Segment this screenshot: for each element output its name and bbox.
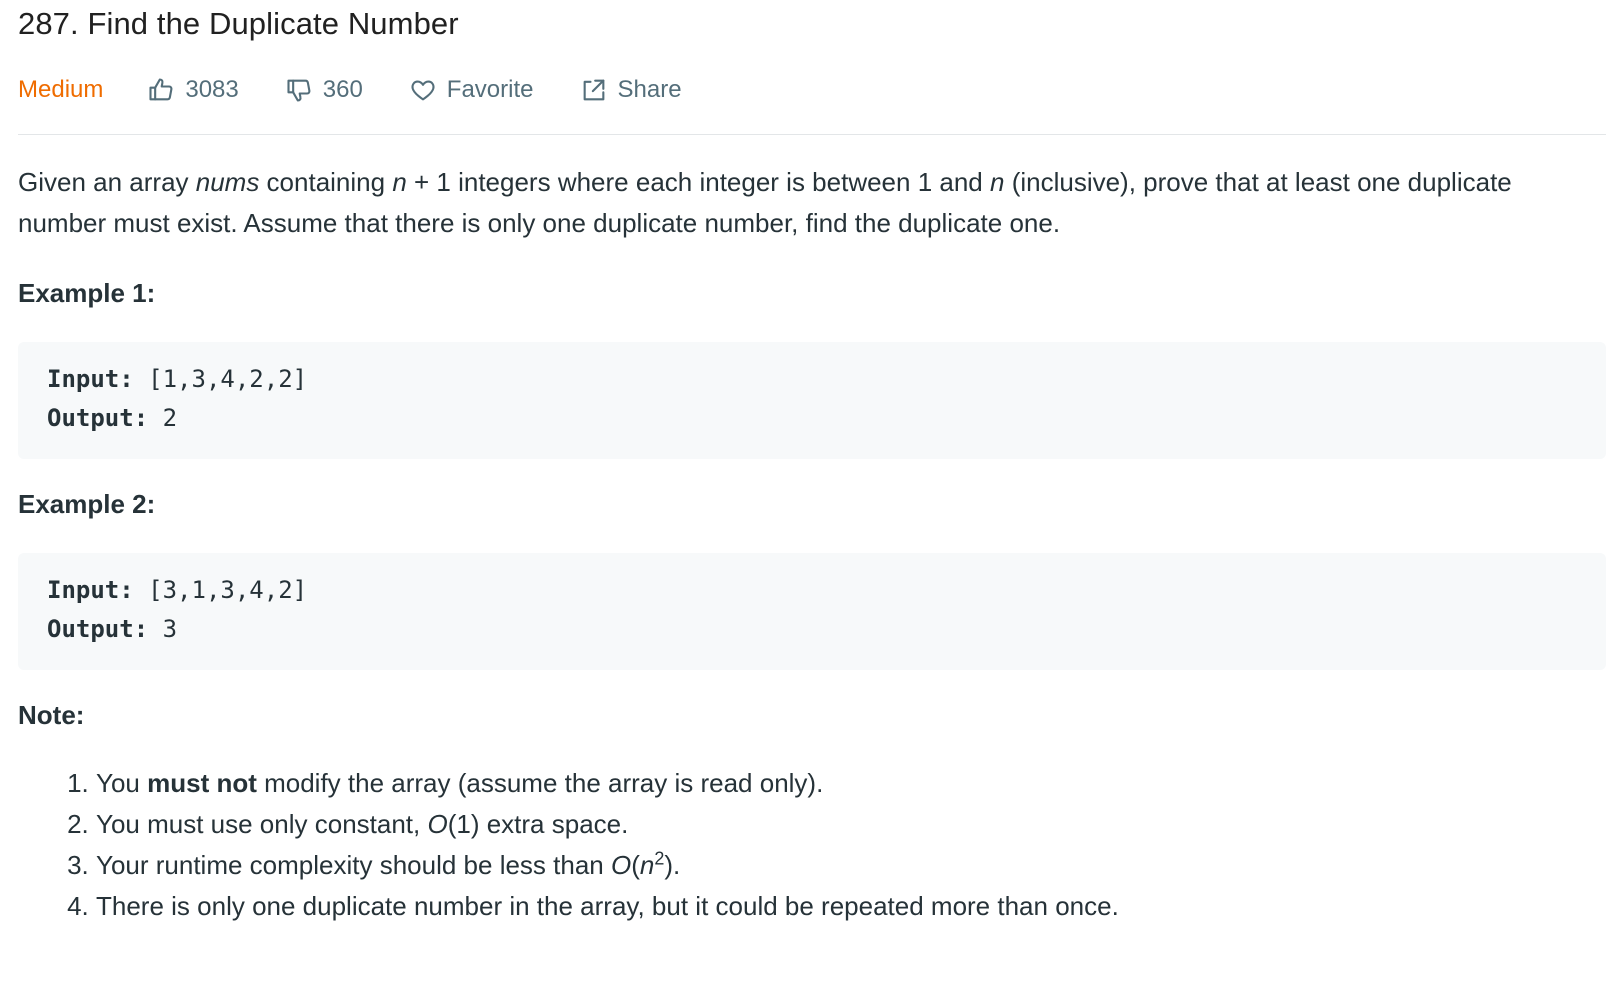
thumbs-up-icon bbox=[149, 78, 173, 101]
header-divider bbox=[18, 134, 1606, 135]
note-text: (1) extra space. bbox=[447, 809, 629, 839]
description-var-n: n bbox=[990, 167, 1005, 197]
note-var-n: n bbox=[639, 850, 655, 880]
example-1-input-value: [1,3,4,2,2] bbox=[133, 365, 308, 393]
description-var-nums: nums bbox=[195, 167, 260, 197]
example-2-output-label: Output: bbox=[47, 615, 149, 643]
share-button[interactable]: Share bbox=[580, 76, 682, 104]
note-emphasis: must not bbox=[147, 768, 257, 798]
example-1-heading: Example 1: bbox=[18, 278, 156, 308]
note-item: Your runtime complexity should be less t… bbox=[96, 845, 1576, 886]
example-1-output-label: Output: bbox=[47, 404, 149, 432]
dislike-button[interactable]: 360 bbox=[285, 76, 363, 104]
problem-page: 287. Find the Duplicate Number Medium 30… bbox=[0, 0, 1606, 1000]
share-label: Share bbox=[617, 76, 682, 103]
problem-title: 287. Find the Duplicate Number bbox=[18, 6, 459, 41]
note-list: You must not modify the array (assume th… bbox=[18, 763, 1576, 927]
note-item: You must use only constant, O(1) extra s… bbox=[96, 804, 1576, 845]
favorite-button[interactable]: Favorite bbox=[409, 76, 534, 104]
example-2-code-block: Input: [3,1,3,4,2] Output: 3 bbox=[18, 553, 1606, 670]
description-var-n: n bbox=[392, 167, 407, 197]
note-text: ( bbox=[631, 850, 640, 880]
note-text: You bbox=[96, 768, 148, 798]
example-1-output-value: 2 bbox=[148, 404, 178, 432]
example-2-input-label: Input: bbox=[47, 576, 134, 604]
like-count: 3083 bbox=[185, 76, 239, 103]
note-item: There is only one duplicate number in th… bbox=[96, 886, 1576, 927]
note-text: ). bbox=[664, 850, 681, 880]
example-2-input-value: [3,1,3,4,2] bbox=[133, 576, 308, 604]
example-2-heading: Example 2: bbox=[18, 489, 156, 519]
note-var-o: O bbox=[611, 850, 632, 880]
example-2-output-value: 3 bbox=[148, 615, 178, 643]
description-paragraph: Given an array nums containing n + 1 int… bbox=[18, 162, 1548, 244]
note-heading: Note: bbox=[18, 700, 85, 730]
heart-icon bbox=[411, 80, 435, 101]
thumbs-down-icon bbox=[287, 79, 311, 102]
dislike-count: 360 bbox=[322, 76, 363, 103]
problem-meta-bar: Medium 3083 360 Favorite Share bbox=[18, 70, 728, 110]
note-item: You must not modify the array (assume th… bbox=[96, 763, 1576, 804]
favorite-label: Favorite bbox=[446, 76, 534, 103]
note-text: Your runtime complexity should be less t… bbox=[96, 850, 611, 880]
example-1-code-block: Input: [1,3,4,2,2] Output: 2 bbox=[18, 342, 1606, 459]
description-text: Given an array bbox=[18, 167, 196, 197]
description-text: containing bbox=[259, 167, 393, 197]
like-button[interactable]: 3083 bbox=[147, 76, 239, 104]
share-icon bbox=[583, 79, 604, 101]
problem-description: Given an array nums containing n + 1 int… bbox=[18, 162, 1578, 244]
difficulty-badge: Medium bbox=[18, 76, 104, 103]
note-text: You must use only constant, bbox=[96, 809, 428, 839]
example-1-input-label: Input: bbox=[47, 365, 134, 393]
description-text: + 1 integers where each integer is betwe… bbox=[406, 167, 990, 197]
note-superscript: 2 bbox=[654, 848, 665, 869]
note-text: modify the array (assume the array is re… bbox=[256, 768, 824, 798]
note-var-o: O bbox=[427, 809, 448, 839]
